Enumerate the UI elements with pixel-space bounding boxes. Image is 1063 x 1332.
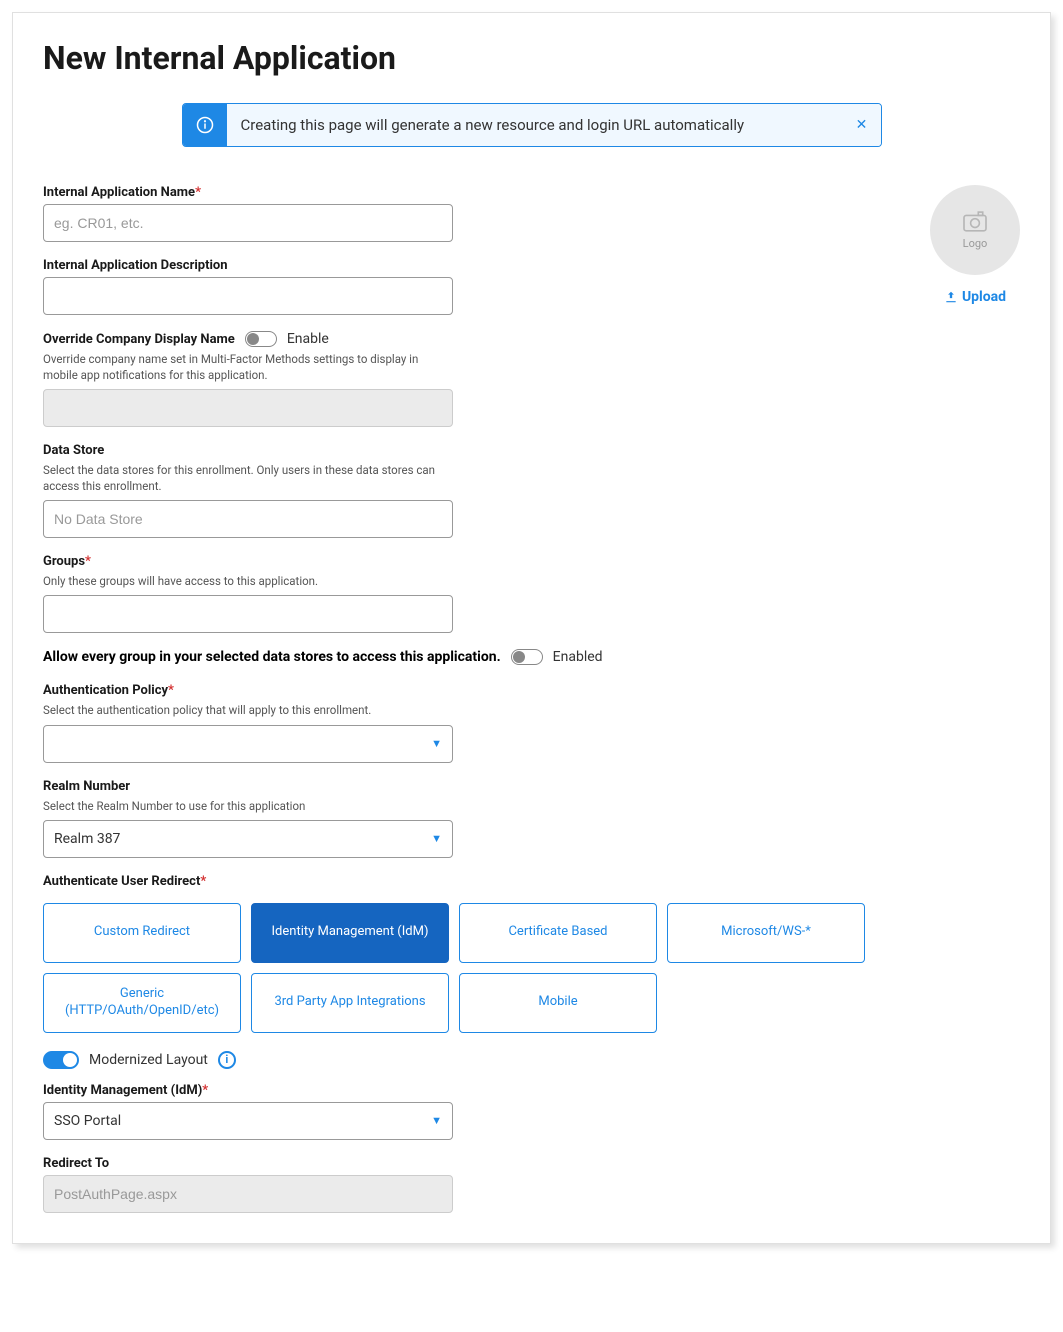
app-name-label: Internal Application Name* <box>43 185 453 200</box>
redirect-tile-3rdparty[interactable]: 3rd Party App Integrations <box>251 973 449 1033</box>
modernized-toggle[interactable] <box>43 1051 79 1069</box>
auth-policy-label: Authentication Policy* <box>43 683 453 698</box>
data-store-input[interactable] <box>43 500 453 538</box>
app-name-input[interactable] <box>43 204 453 242</box>
page-card: New Internal Application Creating this p… <box>12 12 1051 1244</box>
redirect-tile-generic[interactable]: Generic (HTTP/OAuth/OpenID/etc) <box>43 973 241 1033</box>
override-name-help: Override company name set in Multi-Facto… <box>43 351 453 383</box>
field-idm: Identity Management (IdM)* SSO Portal ▼ <box>43 1083 453 1140</box>
realm-label: Realm Number <box>43 779 453 794</box>
field-data-store: Data Store Select the data stores for th… <box>43 443 453 538</box>
info-icon <box>183 104 227 146</box>
override-name-toggle-text: Enable <box>287 331 329 347</box>
realm-select[interactable]: Realm 387 ▼ <box>43 820 453 858</box>
upload-icon <box>944 290 958 304</box>
camera-icon <box>961 211 989 233</box>
redirect-tile-mobile[interactable]: Mobile <box>459 973 657 1033</box>
page-title: New Internal Application <box>43 39 1020 77</box>
redirect-tile-ms[interactable]: Microsoft/WS-* <box>667 903 865 963</box>
app-desc-label: Internal Application Description <box>43 258 453 273</box>
chevron-down-icon: ▼ <box>431 1114 442 1127</box>
data-store-label: Data Store <box>43 443 453 458</box>
realm-help: Select the Realm Number to use for this … <box>43 798 453 814</box>
groups-label: Groups* <box>43 554 453 569</box>
info-banner: Creating this page will generate a new r… <box>182 103 882 147</box>
field-redirect-to: Redirect To <box>43 1156 453 1213</box>
override-name-toggle[interactable] <box>245 331 277 347</box>
modernized-label: Modernized Layout <box>89 1052 208 1068</box>
redirect-tiles: Custom Redirect Identity Management (IdM… <box>43 903 865 1033</box>
redirect-tile-idm[interactable]: Identity Management (IdM) <box>251 903 449 963</box>
field-realm: Realm Number Select the Realm Number to … <box>43 779 453 858</box>
redirect-to-input <box>43 1175 453 1213</box>
groups-help: Only these groups will have access to th… <box>43 573 453 589</box>
allow-every-toggle-text: Enabled <box>553 649 603 665</box>
auth-redirect-label: Authenticate User Redirect* <box>43 874 865 889</box>
banner-close-button[interactable]: ✕ <box>843 104 881 146</box>
idm-value: SSO Portal <box>54 1113 121 1129</box>
auth-policy-select[interactable]: ▼ <box>43 725 453 763</box>
app-desc-input[interactable] <box>43 277 453 315</box>
banner-text: Creating this page will generate a new r… <box>227 104 843 146</box>
field-auth-policy: Authentication Policy* Select the authen… <box>43 683 453 762</box>
idm-select[interactable]: SSO Portal ▼ <box>43 1102 453 1140</box>
field-app-name: Internal Application Name* <box>43 185 453 242</box>
groups-input[interactable] <box>43 595 453 633</box>
allow-every-row: Allow every group in your selected data … <box>43 649 865 665</box>
logo-placeholder: Logo <box>930 185 1020 275</box>
override-name-label: Override Company Display Name <box>43 332 235 347</box>
field-groups: Groups* Only these groups will have acce… <box>43 554 453 633</box>
override-name-input <box>43 389 453 427</box>
allow-every-toggle[interactable] <box>511 649 543 665</box>
realm-value: Realm 387 <box>54 831 120 847</box>
chevron-down-icon: ▼ <box>431 832 442 845</box>
upload-button[interactable]: Upload <box>944 289 1006 305</box>
redirect-tile-cert[interactable]: Certificate Based <box>459 903 657 963</box>
logo-panel: Logo Upload <box>930 185 1020 308</box>
chevron-down-icon: ▼ <box>431 737 442 750</box>
field-auth-redirect: Authenticate User Redirect* <box>43 874 865 889</box>
field-override-name: Override Company Display Name Enable Ove… <box>43 331 453 427</box>
redirect-to-label: Redirect To <box>43 1156 453 1171</box>
modernized-row: Modernized Layout i <box>43 1051 865 1069</box>
allow-every-label: Allow every group in your selected data … <box>43 649 501 665</box>
logo-placeholder-text: Logo <box>963 237 988 250</box>
data-store-help: Select the data stores for this enrollme… <box>43 462 453 494</box>
field-app-desc: Internal Application Description <box>43 258 453 315</box>
info-icon[interactable]: i <box>218 1051 236 1069</box>
idm-label: Identity Management (IdM)* <box>43 1083 453 1098</box>
auth-policy-help: Select the authentication policy that wi… <box>43 702 453 718</box>
redirect-tile-custom[interactable]: Custom Redirect <box>43 903 241 963</box>
